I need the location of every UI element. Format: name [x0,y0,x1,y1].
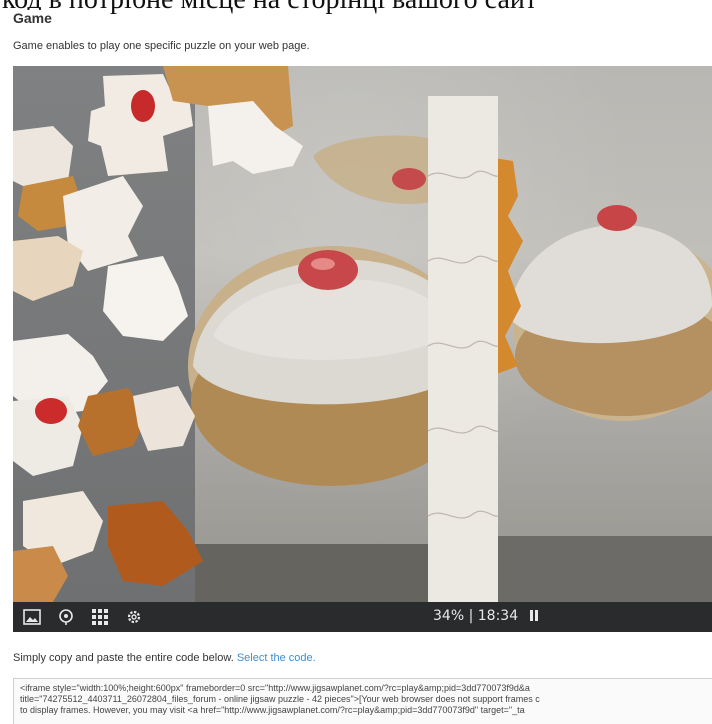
donut-right [508,205,712,421]
sugar-piece-column[interactable] [428,96,498,602]
puzzle-game-frame[interactable]: 34% | 18:34 [13,66,712,632]
table-shadow [195,544,428,602]
progress-percent: 34% [433,608,465,624]
game-toolbar: 34% | 18:34 [13,602,712,632]
progress-timer: 34% | 18:34 [433,608,538,624]
copy-instruction: Simply copy and paste the entire code be… [13,652,316,664]
ghost-image-icon[interactable] [55,607,77,627]
select-code-link[interactable]: Select the code. [237,652,316,664]
pieces-grid-icon[interactable] [89,607,111,627]
status-separator: | [468,608,474,624]
section-description: Game enables to play one specific puzzle… [13,40,310,52]
jigsaw-embed-page: Game Game enables to play one specific p… [0,0,712,724]
section-title: Game [10,10,55,26]
puzzle-board[interactable] [13,66,712,602]
pause-icon[interactable] [529,610,538,621]
puzzle-artwork [13,66,712,602]
copy-instruction-text: Simply copy and paste the entire code be… [13,652,234,664]
settings-gear-icon[interactable] [123,607,145,627]
image-preview-icon[interactable] [21,607,43,627]
timer: 18:34 [477,608,519,624]
table-shadow-right [498,536,712,602]
embed-code-box[interactable]: <iframe style="width:100%;height:600px" … [13,678,712,724]
